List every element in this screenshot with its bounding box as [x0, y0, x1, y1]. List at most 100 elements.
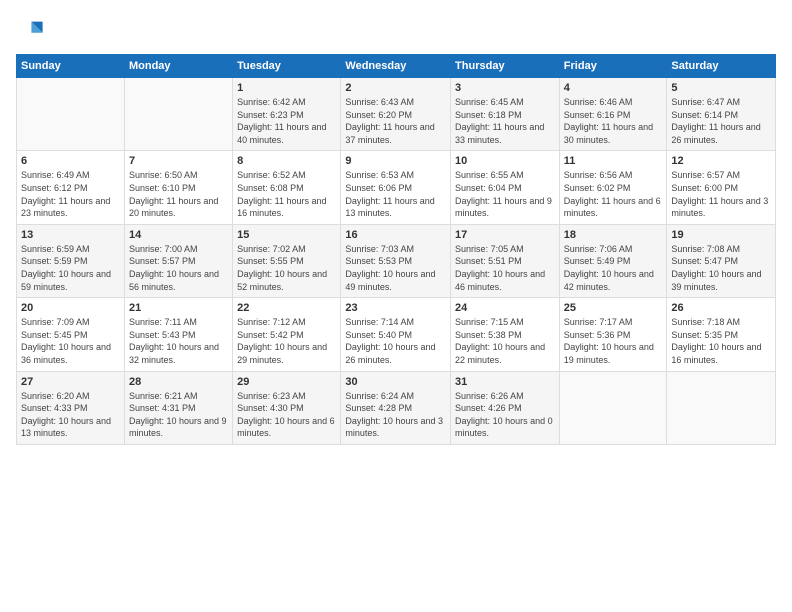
day-cell-27: 27 Sunrise: 6:20 AM Sunset: 4:33 PM Dayli…	[17, 371, 125, 444]
weekday-header-row: SundayMondayTuesdayWednesdayThursdayFrid…	[17, 55, 776, 78]
weekday-header-tuesday: Tuesday	[233, 55, 341, 78]
calendar-header: SundayMondayTuesdayWednesdayThursdayFrid…	[17, 55, 776, 78]
day-info-31: Sunrise: 6:26 AM Sunset: 4:26 PM Dayligh…	[455, 390, 555, 440]
day-number-30: 30	[345, 376, 446, 388]
weekday-header-friday: Friday	[559, 55, 667, 78]
page: SundayMondayTuesdayWednesdayThursdayFrid…	[0, 0, 792, 612]
day-info-16: Sunrise: 7:03 AM Sunset: 5:53 PM Dayligh…	[345, 243, 446, 293]
weekday-header-wednesday: Wednesday	[341, 55, 451, 78]
day-number-16: 16	[345, 229, 446, 241]
day-number-8: 8	[237, 155, 336, 167]
day-number-18: 18	[564, 229, 663, 241]
empty-cell	[667, 371, 776, 444]
logo	[16, 16, 48, 44]
day-cell-21: 21 Sunrise: 7:11 AM Sunset: 5:43 PM Dayli…	[124, 298, 232, 371]
day-cell-5: 5 Sunrise: 6:47 AM Sunset: 6:14 PM Daylig…	[667, 78, 776, 151]
day-info-27: Sunrise: 6:20 AM Sunset: 4:33 PM Dayligh…	[21, 390, 120, 440]
day-number-22: 22	[237, 302, 336, 314]
weekday-header-sunday: Sunday	[17, 55, 125, 78]
day-cell-31: 31 Sunrise: 6:26 AM Sunset: 4:26 PM Dayli…	[451, 371, 560, 444]
day-number-27: 27	[21, 376, 120, 388]
week-row-2: 6 Sunrise: 6:49 AM Sunset: 6:12 PM Daylig…	[17, 151, 776, 224]
day-cell-17: 17 Sunrise: 7:05 AM Sunset: 5:51 PM Dayli…	[451, 224, 560, 297]
day-number-26: 26	[671, 302, 771, 314]
day-info-21: Sunrise: 7:11 AM Sunset: 5:43 PM Dayligh…	[129, 316, 228, 366]
calendar-table: SundayMondayTuesdayWednesdayThursdayFrid…	[16, 54, 776, 445]
day-number-1: 1	[237, 82, 336, 94]
day-info-25: Sunrise: 7:17 AM Sunset: 5:36 PM Dayligh…	[564, 316, 663, 366]
day-number-23: 23	[345, 302, 446, 314]
day-info-5: Sunrise: 6:47 AM Sunset: 6:14 PM Dayligh…	[671, 96, 771, 146]
day-cell-29: 29Sunrise: 6:23 AM Sunset: 4:30 PM Dayli…	[233, 371, 341, 444]
day-cell-16: 16 Sunrise: 7:03 AM Sunset: 5:53 PM Dayli…	[341, 224, 451, 297]
day-cell-10: 10Sunrise: 6:55 AM Sunset: 6:04 PM Dayli…	[451, 151, 560, 224]
day-cell-15: 15Sunrise: 7:02 AM Sunset: 5:55 PM Dayli…	[233, 224, 341, 297]
day-number-31: 31	[455, 376, 555, 388]
week-row-3: 13Sunrise: 6:59 AM Sunset: 5:59 PM Dayli…	[17, 224, 776, 297]
day-cell-3: 3Sunrise: 6:45 AM Sunset: 6:18 PM Daylig…	[451, 78, 560, 151]
day-info-3: Sunrise: 6:45 AM Sunset: 6:18 PM Dayligh…	[455, 96, 555, 146]
weekday-header-thursday: Thursday	[451, 55, 560, 78]
day-info-20: Sunrise: 7:09 AM Sunset: 5:45 PM Dayligh…	[21, 316, 120, 366]
day-number-15: 15	[237, 229, 336, 241]
logo-icon	[16, 16, 44, 44]
day-info-9: Sunrise: 6:53 AM Sunset: 6:06 PM Dayligh…	[345, 169, 446, 219]
day-info-24: Sunrise: 7:15 AM Sunset: 5:38 PM Dayligh…	[455, 316, 555, 366]
day-info-30: Sunrise: 6:24 AM Sunset: 4:28 PM Dayligh…	[345, 390, 446, 440]
day-number-4: 4	[564, 82, 663, 94]
day-cell-1: 1 Sunrise: 6:42 AM Sunset: 6:23 PM Daylig…	[233, 78, 341, 151]
day-info-1: Sunrise: 6:42 AM Sunset: 6:23 PM Dayligh…	[237, 96, 336, 146]
day-cell-23: 23 Sunrise: 7:14 AM Sunset: 5:40 PM Dayli…	[341, 298, 451, 371]
day-info-26: Sunrise: 7:18 AM Sunset: 5:35 PM Dayligh…	[671, 316, 771, 366]
day-cell-26: 26 Sunrise: 7:18 AM Sunset: 5:35 PM Dayli…	[667, 298, 776, 371]
week-row-4: 20 Sunrise: 7:09 AM Sunset: 5:45 PM Dayli…	[17, 298, 776, 371]
day-cell-7: 7Sunrise: 6:50 AM Sunset: 6:10 PM Daylig…	[124, 151, 232, 224]
day-number-19: 19	[671, 229, 771, 241]
day-number-21: 21	[129, 302, 228, 314]
day-cell-19: 19 Sunrise: 7:08 AM Sunset: 5:47 PM Dayli…	[667, 224, 776, 297]
week-row-1: 1 Sunrise: 6:42 AM Sunset: 6:23 PM Daylig…	[17, 78, 776, 151]
calendar-body: 1 Sunrise: 6:42 AM Sunset: 6:23 PM Daylig…	[17, 78, 776, 445]
day-number-20: 20	[21, 302, 120, 314]
empty-cell	[124, 78, 232, 151]
empty-cell	[559, 371, 667, 444]
empty-cell	[17, 78, 125, 151]
day-number-6: 6	[21, 155, 120, 167]
day-info-11: Sunrise: 6:56 AM Sunset: 6:02 PM Dayligh…	[564, 169, 663, 219]
header	[16, 16, 776, 44]
day-info-19: Sunrise: 7:08 AM Sunset: 5:47 PM Dayligh…	[671, 243, 771, 293]
day-cell-14: 14Sunrise: 7:00 AM Sunset: 5:57 PM Dayli…	[124, 224, 232, 297]
day-cell-4: 4 Sunrise: 6:46 AM Sunset: 6:16 PM Daylig…	[559, 78, 667, 151]
day-cell-18: 18Sunrise: 7:06 AM Sunset: 5:49 PM Dayli…	[559, 224, 667, 297]
day-number-12: 12	[671, 155, 771, 167]
day-cell-28: 28Sunrise: 6:21 AM Sunset: 4:31 PM Dayli…	[124, 371, 232, 444]
day-number-9: 9	[345, 155, 446, 167]
day-info-10: Sunrise: 6:55 AM Sunset: 6:04 PM Dayligh…	[455, 169, 555, 219]
day-cell-2: 2 Sunrise: 6:43 AM Sunset: 6:20 PM Daylig…	[341, 78, 451, 151]
day-number-11: 11	[564, 155, 663, 167]
day-cell-24: 24Sunrise: 7:15 AM Sunset: 5:38 PM Dayli…	[451, 298, 560, 371]
day-cell-30: 30 Sunrise: 6:24 AM Sunset: 4:28 PM Dayli…	[341, 371, 451, 444]
day-info-7: Sunrise: 6:50 AM Sunset: 6:10 PM Dayligh…	[129, 169, 228, 219]
day-info-4: Sunrise: 6:46 AM Sunset: 6:16 PM Dayligh…	[564, 96, 663, 146]
day-cell-9: 9 Sunrise: 6:53 AM Sunset: 6:06 PM Daylig…	[341, 151, 451, 224]
day-info-12: Sunrise: 6:57 AM Sunset: 6:00 PM Dayligh…	[671, 169, 771, 219]
day-info-6: Sunrise: 6:49 AM Sunset: 6:12 PM Dayligh…	[21, 169, 120, 219]
day-number-2: 2	[345, 82, 446, 94]
weekday-header-monday: Monday	[124, 55, 232, 78]
weekday-header-saturday: Saturday	[667, 55, 776, 78]
day-info-14: Sunrise: 7:00 AM Sunset: 5:57 PM Dayligh…	[129, 243, 228, 293]
day-info-8: Sunrise: 6:52 AM Sunset: 6:08 PM Dayligh…	[237, 169, 336, 219]
day-info-2: Sunrise: 6:43 AM Sunset: 6:20 PM Dayligh…	[345, 96, 446, 146]
day-cell-13: 13Sunrise: 6:59 AM Sunset: 5:59 PM Dayli…	[17, 224, 125, 297]
day-info-17: Sunrise: 7:05 AM Sunset: 5:51 PM Dayligh…	[455, 243, 555, 293]
day-info-22: Sunrise: 7:12 AM Sunset: 5:42 PM Dayligh…	[237, 316, 336, 366]
day-info-28: Sunrise: 6:21 AM Sunset: 4:31 PM Dayligh…	[129, 390, 228, 440]
day-number-5: 5	[671, 82, 771, 94]
day-cell-20: 20 Sunrise: 7:09 AM Sunset: 5:45 PM Dayli…	[17, 298, 125, 371]
week-row-5: 27 Sunrise: 6:20 AM Sunset: 4:33 PM Dayli…	[17, 371, 776, 444]
day-number-17: 17	[455, 229, 555, 241]
day-info-23: Sunrise: 7:14 AM Sunset: 5:40 PM Dayligh…	[345, 316, 446, 366]
day-cell-11: 11 Sunrise: 6:56 AM Sunset: 6:02 PM Dayli…	[559, 151, 667, 224]
day-number-25: 25	[564, 302, 663, 314]
